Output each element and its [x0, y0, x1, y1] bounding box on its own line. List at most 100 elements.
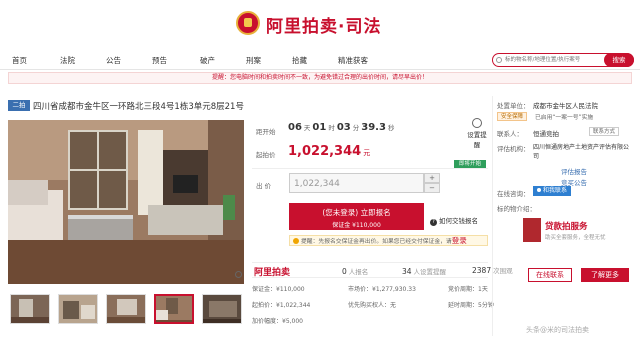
start-price-fact: 起拍价：¥1,022,344	[252, 302, 311, 309]
lot-intro-label: 标的物介绍：	[497, 205, 536, 213]
online-contact-button[interactable]: 在线联系	[528, 268, 572, 282]
photo-thumbnails	[8, 292, 244, 326]
sidebar: 处置单位： 成都市金牛区人民法院 安全保障 已启用“一案一号”实施 联系人： 恒…	[492, 96, 632, 336]
court-emblem-icon	[236, 11, 260, 35]
safety-note: 已启用“一案一号”实施	[535, 115, 594, 121]
view-number: 2387	[472, 266, 492, 275]
countdown-hours-unit: 时	[328, 124, 335, 132]
appraiser-value: 四川恒通房地产土地资产评估有限公司	[533, 144, 630, 160]
signup-label: 人报名	[348, 268, 369, 276]
signup-count: 0 人报名	[342, 266, 368, 276]
bid-amount-field	[289, 173, 424, 193]
deposit-tip: 提醒：先报名交保证金再出价。如果您已经交付保证金，请登录	[289, 235, 488, 246]
countdown-seconds: 39.3	[361, 122, 386, 133]
bid-amount-input[interactable]	[294, 178, 414, 189]
countdown-days: 06	[288, 122, 302, 133]
appraisal-report-link[interactable]: 评估报告	[561, 166, 587, 176]
login-link[interactable]: 登录	[452, 236, 467, 245]
reminder-label: 设置提醒	[467, 131, 487, 149]
loan-service-subtitle: 助买全套服务，全程无忧	[545, 235, 606, 241]
delay-period-fact: 延时周期：5分钟	[448, 302, 494, 309]
auction-info: 距开始 06 天 01 时 03 分 39.3 秒 设置提醒 起拍价 1,022,344 元 即…	[252, 118, 513, 328]
living-room-image	[8, 120, 244, 284]
search-icon	[496, 57, 502, 63]
set-reminder-button[interactable]: 设置提醒	[466, 118, 488, 149]
nav-item-court[interactable]: 法院	[60, 55, 75, 66]
divider	[252, 168, 488, 169]
start-price: 1,022,344 元	[288, 144, 370, 159]
thumbnail-image	[203, 295, 241, 323]
safety-badge: 安全保障	[497, 112, 528, 121]
bid-label: 出 价	[256, 182, 272, 190]
countdown-minutes-unit: 分	[352, 124, 360, 132]
nav-item-announcement[interactable]: 公告	[106, 55, 121, 66]
deposit-fact: 保证金：¥110,000	[252, 286, 305, 293]
nav-item-criminal[interactable]: 刑案	[246, 55, 261, 66]
contact-me-button[interactable]: 和我联系	[533, 186, 572, 196]
reminder-count-label: 人设置提醒	[413, 268, 447, 276]
court-label: 处置单位：	[497, 102, 530, 110]
thumbnail-2[interactable]	[58, 294, 98, 324]
zoom-icon[interactable]	[235, 271, 242, 278]
ali-auction-logo[interactable]: 阿里拍卖	[254, 265, 290, 278]
countdown-days-unit: 天	[303, 124, 311, 132]
decrease-bid-button[interactable]: −	[424, 183, 440, 193]
nav-item-leads[interactable]: 精准获客	[338, 55, 368, 66]
market-price-fact: 市场价：¥1,277,930.33	[348, 286, 416, 293]
warning-icon	[293, 238, 299, 244]
thumbnail-image	[107, 295, 145, 323]
increase-bid-button[interactable]: +	[424, 173, 440, 183]
reminder-number: 34	[402, 267, 412, 276]
nav-item-collection[interactable]: 拾藏	[292, 55, 307, 66]
increment-fact: 加价幅度：¥5,000	[252, 318, 303, 325]
watermark: 头条@米的司法拍卖	[526, 326, 589, 334]
priority-fact: 优先购买权人：无	[348, 302, 397, 309]
countdown-hours: 01	[312, 122, 327, 133]
round-badge: 二拍	[8, 100, 30, 111]
main-photo[interactable]	[8, 120, 244, 284]
brand-logo[interactable]: 阿里拍卖·司法	[266, 12, 381, 37]
nav-item-bankruptcy[interactable]: 破产	[200, 55, 215, 66]
reminder-count: 34 人设置提醒	[402, 266, 446, 276]
countdown-seconds-unit: 秒	[387, 124, 395, 132]
court-value[interactable]: 成都市金牛区人民法院	[533, 100, 598, 110]
thumbnail-image	[11, 295, 49, 323]
bid-period-fact: 竞价周期：1天	[448, 286, 488, 293]
loan-service-logo	[523, 218, 541, 242]
nav-item-home[interactable]: 首页	[12, 55, 27, 66]
search-box: 搜索	[492, 53, 634, 67]
contact-value: 恒通竞拍	[533, 130, 559, 138]
learn-more-button[interactable]: 了解更多	[581, 268, 629, 282]
thumbnail-image	[59, 295, 97, 323]
nav-item-preview[interactable]: 预告	[152, 55, 167, 66]
logo-bar: 阿里拍卖·司法	[0, 0, 640, 46]
how-to-pay-label: 如何交钱报名	[439, 217, 478, 225]
promo-bar: 阿里拍卖 0 人报名 34 人设置提醒	[252, 262, 488, 278]
appraiser-label: 评估机构：	[497, 145, 530, 153]
search-input[interactable]	[505, 55, 597, 65]
thumbnail-4[interactable]	[154, 294, 194, 324]
start-countdown-label: 距开始	[256, 128, 276, 136]
loan-service-title[interactable]: 贷款拍服务	[545, 220, 588, 232]
contact-label: 联系人：	[497, 130, 523, 138]
signup-number: 0	[342, 267, 347, 276]
page-title: 四川省成都市金牛区一环路北三段4号1栋3单元8层21号	[33, 102, 244, 112]
register-bid-button[interactable]: (您未登录) 立即报名 保证金 ¥110,000	[289, 203, 424, 230]
countdown-minutes: 03	[336, 122, 351, 133]
thumbnail-3[interactable]	[106, 294, 146, 324]
how-to-pay-link[interactable]: ? 如何交钱报名	[430, 215, 478, 226]
price-unit: 元	[363, 149, 371, 157]
item-title-row: 二拍 四川省成都市金牛区一环路北三段4号1栋3单元8层21号	[8, 100, 488, 113]
tip-text: 提醒：先报名交保证金再出价。如果您已经交付保证金，请	[301, 239, 452, 245]
start-price-value: 1,022,344	[288, 144, 362, 159]
thumbnail-image	[156, 296, 192, 322]
search-button[interactable]: 搜索	[604, 53, 634, 67]
deposit-amount-label: 保证金 ¥110,000	[332, 222, 381, 229]
question-icon: ?	[430, 219, 437, 226]
start-price-label: 起拍价	[256, 151, 276, 159]
thumbnail-1[interactable]	[10, 294, 50, 324]
register-button-label: (您未登录) 立即报名	[322, 208, 391, 217]
contact-info-button[interactable]: 联系方式	[589, 127, 620, 136]
countdown-timer: 06 天 01 时 03 分 39.3 秒	[288, 122, 396, 133]
thumbnail-5[interactable]	[202, 294, 242, 324]
